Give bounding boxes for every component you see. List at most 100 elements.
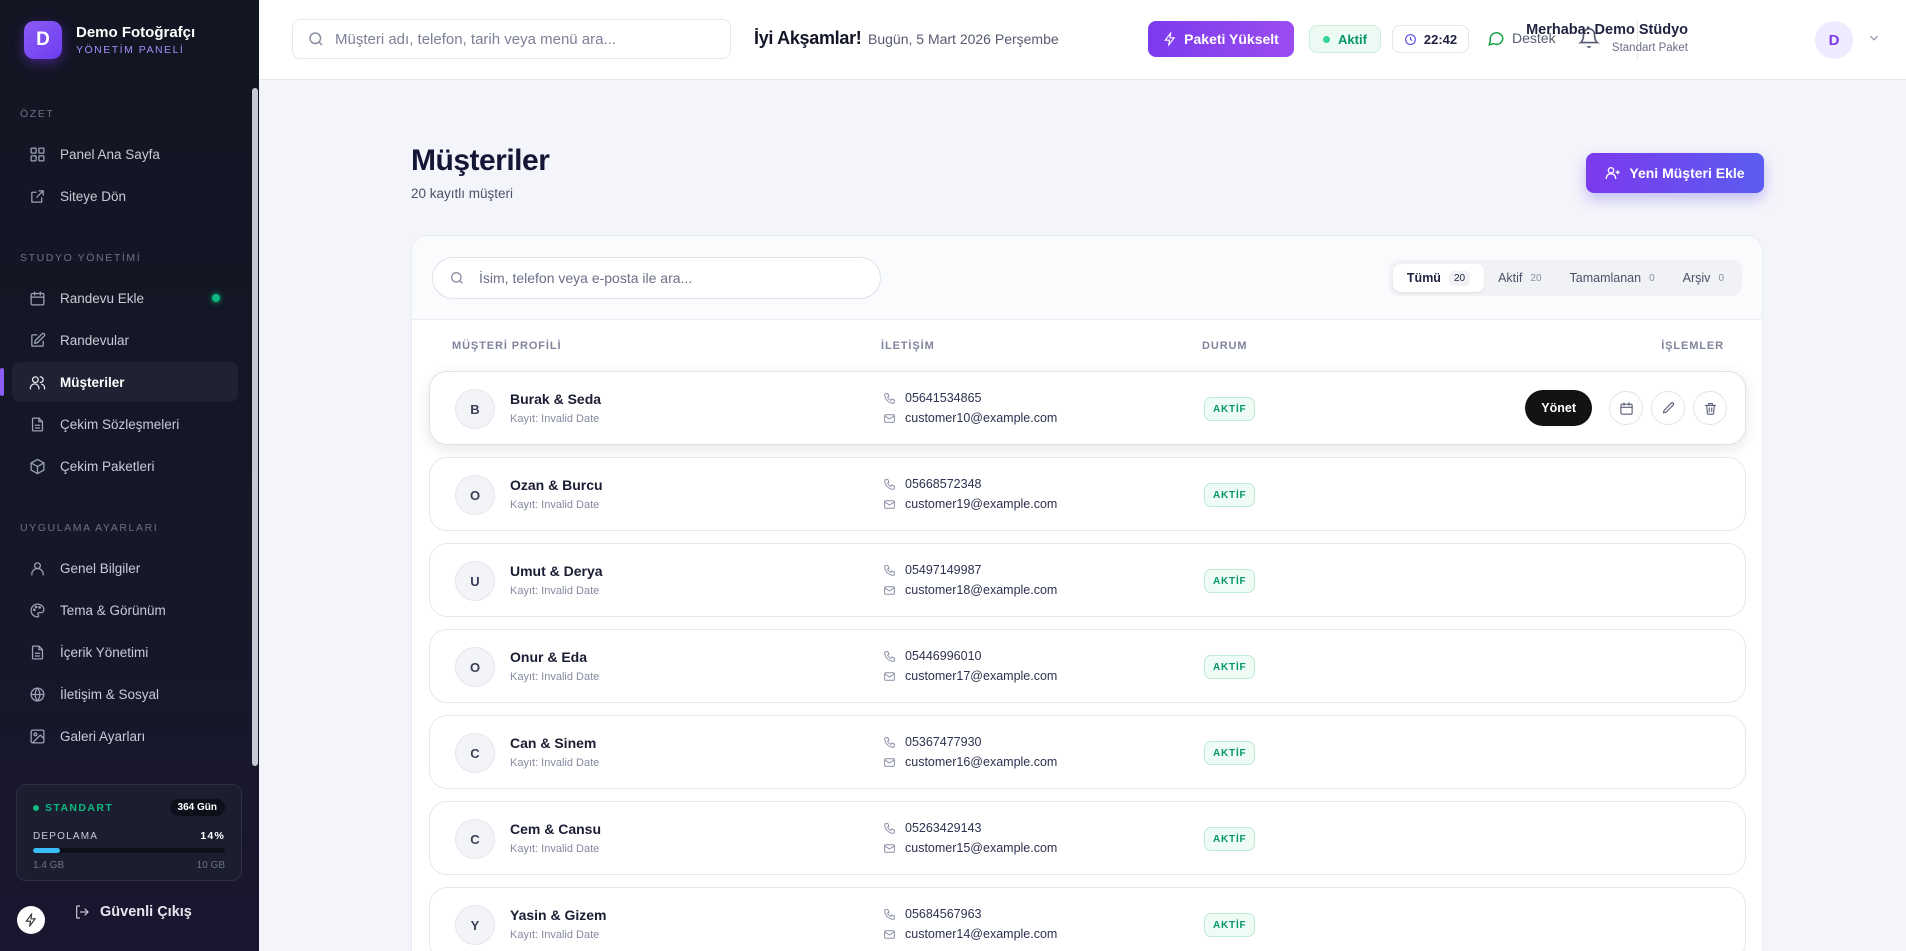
customer-name: Can & Sinem (510, 735, 597, 751)
sidebar-item-tema-gorunum[interactable]: Tema & Görünüm (12, 590, 238, 630)
upgrade-label: Paketi Yükselt (1184, 31, 1279, 47)
storage-progress-bar (33, 848, 225, 853)
sidebar-scrollbar[interactable] (252, 88, 258, 766)
table-row[interactable]: B Burak & Seda Kayıt: Invalid Date 05641… (429, 371, 1746, 445)
status-badge: AKTİF (1204, 569, 1256, 593)
logout-label: Güvenli Çıkış (100, 904, 192, 920)
sidebar-item-label: İletişim & Sosyal (60, 686, 160, 702)
edit-button[interactable] (1651, 391, 1685, 425)
chevron-down-icon[interactable] (1867, 31, 1881, 50)
customer-phone[interactable]: 05446996010 (883, 649, 981, 663)
customer-phone-text: 05641534865 (905, 391, 982, 405)
filter-tab-all[interactable]: Tümü 20 (1392, 264, 1485, 292)
customer-avatar: B (455, 389, 495, 429)
sidebar-item-randevular[interactable]: Randevular (12, 320, 238, 360)
filter-tab-archive[interactable]: Arşiv 0 (1669, 264, 1738, 292)
filter-tab-completed[interactable]: Tamamlanan 0 (1556, 264, 1669, 292)
user-name: Merhaba: Demo Stüdyo (1526, 22, 1688, 38)
customer-email-text: customer18@example.com (905, 583, 1058, 597)
calendar-icon (28, 289, 46, 307)
plan-name: STANDART (33, 802, 113, 814)
table-row[interactable]: O Onur & Eda Kayıt: Invalid Date 0544699… (429, 629, 1746, 703)
delete-button[interactable] (1693, 391, 1727, 425)
customer-search[interactable] (432, 257, 881, 299)
sidebar-item-cekim-paketleri[interactable]: Çekim Paketleri (12, 446, 238, 486)
phone-icon (884, 650, 895, 662)
customer-phone[interactable]: 05641534865 (883, 391, 981, 405)
bolt-icon (1164, 32, 1176, 46)
chat-icon (1488, 32, 1504, 46)
table-row[interactable]: Y Yasin & Gizem Kayıt: Invalid Date 0568… (429, 887, 1746, 951)
customer-email[interactable]: customer15@example.com (883, 841, 1057, 855)
customer-phone[interactable]: 05263429143 (883, 821, 981, 835)
table-row[interactable]: U Umut & Derya Kayıt: Invalid Date 05497… (429, 543, 1746, 617)
storage-label: DEPOLAMA (33, 830, 99, 842)
sidebar-item-siteye-don[interactable]: Siteye Dön (12, 176, 238, 216)
table-row[interactable]: O Ozan & Burcu Kayıt: Invalid Date 05668… (429, 457, 1746, 531)
clock: 22:42 (1392, 25, 1469, 53)
filter-count: 0 (1718, 272, 1724, 284)
status-badge: AKTİF (1204, 397, 1256, 421)
customer-phone[interactable]: 05497149987 (883, 563, 981, 577)
customer-email-text: customer10@example.com (905, 411, 1058, 425)
schedule-button[interactable] (1609, 391, 1643, 425)
customer-email[interactable]: customer17@example.com (883, 669, 1057, 683)
user-plus-icon (1606, 167, 1621, 179)
filter-tab-active[interactable]: Aktif 20 (1484, 264, 1555, 292)
phone-icon (884, 822, 895, 834)
manage-button[interactable]: Yönet (1525, 390, 1592, 426)
customer-search-input[interactable] (479, 270, 859, 286)
status-badge: AKTİF (1204, 655, 1256, 679)
status-badge: AKTİF (1204, 741, 1256, 765)
sidebar-item-musteriler[interactable]: Müşteriler (0, 362, 238, 402)
bolt-icon[interactable] (17, 906, 45, 934)
customer-phone[interactable]: 05668572348 (883, 477, 981, 491)
sidebar-item-randevu-ekle[interactable]: Randevu Ekle (12, 278, 238, 318)
sidebar-item-icerik-yonetimi[interactable]: İçerik Yönetimi (12, 632, 238, 672)
users-icon (28, 373, 46, 391)
section-label-studyo: STUDYO YÖNETİMİ (20, 252, 142, 264)
sidebar-item-genel-bilgiler[interactable]: Genel Bilgiler (12, 548, 238, 588)
table-row[interactable]: C Can & Sinem Kayıt: Invalid Date 053674… (429, 715, 1746, 789)
logout-button[interactable]: Güvenli Çıkış (74, 904, 192, 920)
sidebar-item-panel-ana-sayfa[interactable]: Panel Ana Sayfa (12, 134, 238, 174)
table-row[interactable]: C Cem & Cansu Kayıt: Invalid Date 052634… (429, 801, 1746, 875)
customer-phone-text: 05263429143 (905, 821, 982, 835)
customer-email[interactable]: customer10@example.com (883, 411, 1057, 425)
avatar[interactable]: D (1815, 21, 1853, 59)
customer-phone-text: 05446996010 (905, 649, 982, 663)
brand[interactable]: D Demo Fotoğrafçı YÖNETİM PANELİ (24, 21, 195, 59)
sidebar-item-label: Çekim Sözleşmeleri (60, 416, 180, 432)
user-info[interactable]: Merhaba: Demo Stüdyo Standart Paket (1526, 22, 1688, 54)
mail-icon (884, 413, 895, 423)
customer-email-text: customer17@example.com (905, 669, 1058, 683)
customer-email[interactable]: customer19@example.com (883, 497, 1057, 511)
customer-name: Cem & Cansu (510, 821, 602, 837)
sidebar-item-label: Genel Bilgiler (60, 560, 141, 576)
customer-email[interactable]: customer18@example.com (883, 583, 1057, 597)
sidebar-item-label: Randevular (60, 332, 130, 348)
edit-icon (28, 331, 46, 349)
sidebar-item-label: İçerik Yönetimi (60, 644, 149, 660)
storage-percent: 14% (200, 830, 225, 842)
customer-phone[interactable]: 05367477930 (883, 735, 981, 749)
upgrade-plan-button[interactable]: Paketi Yükselt (1148, 21, 1294, 57)
customer-phone[interactable]: 05684567963 (883, 907, 981, 921)
user-icon (28, 559, 46, 577)
sidebar-item-iletisim-sosyal[interactable]: İletişim & Sosyal (12, 674, 238, 714)
section-label-uygulama: UYGULAMA AYARLARI (20, 522, 159, 534)
greeting: İyi Akşamlar! (754, 28, 862, 48)
sidebar-item-cekim-sozlesmeleri[interactable]: Çekim Sözleşmeleri (12, 404, 238, 444)
sidebar-item-galeri-ayarlari[interactable]: Galeri Ayarları (12, 716, 238, 756)
card-toolbar: Tümü 20 Aktif 20 Tamamlanan 0 Arşiv 0 (412, 236, 1762, 320)
global-search-input[interactable] (335, 30, 715, 48)
customer-email[interactable]: customer14@example.com (883, 927, 1057, 941)
palette-icon (28, 601, 46, 619)
customer-registered: Kayıt: Invalid Date (510, 929, 600, 941)
add-customer-button[interactable]: Yeni Müşteri Ekle (1586, 153, 1764, 193)
customer-email[interactable]: customer16@example.com (883, 755, 1057, 769)
status-badge: AKTİF (1204, 483, 1256, 507)
global-search[interactable] (292, 19, 731, 59)
filter-count: 20 (1448, 270, 1471, 286)
filter-count: 20 (1530, 272, 1542, 284)
